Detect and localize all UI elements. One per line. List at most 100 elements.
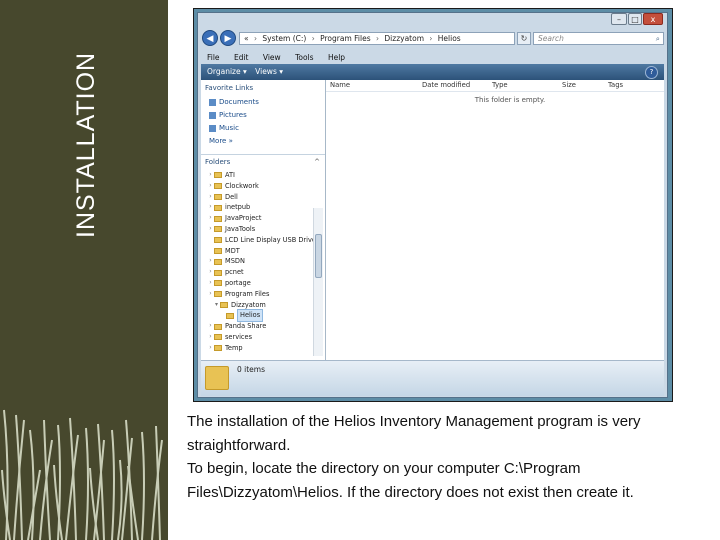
menu-edit[interactable]: Edit <box>234 53 249 62</box>
folder-icon <box>214 237 222 244</box>
views-button[interactable]: Views ▾ <box>255 67 283 76</box>
expand-chevron-icon[interactable]: › <box>207 332 214 343</box>
tree-item-label: Program Files <box>225 289 270 298</box>
close-button[interactable]: x <box>643 13 663 25</box>
tree-item[interactable]: › MSDN <box>201 256 325 267</box>
folder-icon <box>226 312 234 319</box>
expand-chevron-icon[interactable]: › <box>207 213 214 224</box>
search-icon[interactable]: ⌕ <box>656 33 660 45</box>
folder-icon <box>214 247 222 254</box>
address-part-dizzyatom[interactable]: Dizzyatom <box>384 34 424 43</box>
expand-chevron-icon[interactable]: › <box>207 289 214 300</box>
address-row: ◀ ▶ « › System (C:) › Program Files › Di… <box>201 30 664 48</box>
slide-title: INSTALLATION <box>72 51 100 238</box>
tree-item[interactable]: › JavaTools <box>201 224 325 235</box>
expand-chevron-icon[interactable]: ▾ <box>213 300 220 311</box>
folder-icon <box>205 366 229 390</box>
folder-icon <box>214 183 222 190</box>
favorite-music[interactable]: Music <box>201 122 325 135</box>
window-titlebar: – □ x <box>198 13 667 27</box>
column-size[interactable]: Size <box>562 80 576 91</box>
tree-item[interactable]: MDT <box>201 246 325 257</box>
expand-chevron-icon[interactable]: › <box>207 343 214 354</box>
favorite-label: Music <box>219 124 239 132</box>
menu-tools[interactable]: Tools <box>295 53 313 62</box>
folder-icon <box>214 172 222 179</box>
expand-chevron-icon[interactable]: › <box>207 170 214 181</box>
address-bar[interactable]: « › System (C:) › Program Files › Dizzya… <box>239 32 515 45</box>
folder-icon <box>214 193 222 200</box>
expand-chevron-icon[interactable]: › <box>207 278 214 289</box>
tree-scrollbar[interactable] <box>313 208 323 356</box>
minimize-button[interactable]: – <box>611 13 627 25</box>
folder-icon <box>214 334 222 341</box>
tree-item-label: Clockwork <box>225 181 259 190</box>
folder-icon <box>214 215 222 222</box>
folder-icon <box>220 301 228 308</box>
tree-item-label: MDT <box>225 246 240 255</box>
organize-button[interactable]: Organize ▾ <box>207 67 247 76</box>
tree-item-label: MSDN <box>225 257 245 266</box>
folders-header[interactable]: Folders ^ <box>201 154 325 170</box>
folder-icon <box>214 280 222 287</box>
tree-item[interactable]: › pcnet <box>201 267 325 278</box>
tree-item[interactable]: › Panda Share <box>201 321 325 332</box>
body-paragraph-instructions: To begin, locate the directory on your c… <box>187 460 634 501</box>
column-tags[interactable]: Tags <box>608 80 623 91</box>
file-list-pane: Name Date modified Type Size Tags This f… <box>326 80 664 360</box>
expand-chevron-icon[interactable]: › <box>207 256 214 267</box>
tree-item-label: Temp <box>225 343 243 352</box>
tree-item[interactable]: › ATI <box>201 170 325 181</box>
tree-item[interactable]: › portage <box>201 278 325 289</box>
tree-item[interactable]: › Clockwork <box>201 181 325 192</box>
tree-item[interactable]: › inetpub <box>201 202 325 213</box>
explorer-screenshot: – □ x ◀ ▶ « › System (C:) › Program File… <box>193 8 673 402</box>
folders-label: Folders <box>205 158 231 166</box>
forward-button[interactable]: ▶ <box>220 30 236 46</box>
tree-item[interactable]: LCD Line Display USB Driver <box>201 235 325 246</box>
menu-view[interactable]: View <box>263 53 281 62</box>
expand-chevron-icon[interactable]: › <box>207 224 214 235</box>
menu-help[interactable]: Help <box>328 53 345 62</box>
tree-item-label: JavaTools <box>225 224 256 233</box>
tree-item[interactable]: › JavaProject <box>201 213 325 224</box>
tree-item[interactable]: › Program Files <box>201 289 325 300</box>
folder-icon <box>214 226 222 233</box>
details-pane: 0 items <box>201 360 664 396</box>
address-part-drive[interactable]: System (C:) <box>262 34 306 43</box>
tree-item[interactable]: › services <box>201 332 325 343</box>
menu-bar: File Edit View Tools Help <box>201 51 664 64</box>
chevron-up-icon: ^ <box>314 158 320 166</box>
expand-chevron-icon[interactable]: › <box>207 202 214 213</box>
back-button[interactable]: ◀ <box>202 30 218 46</box>
address-part-program-files[interactable]: Program Files <box>320 34 371 43</box>
menu-file[interactable]: File <box>207 53 220 62</box>
column-name[interactable]: Name <box>330 80 350 91</box>
folder-icon <box>214 269 222 276</box>
tree-item[interactable]: › Dell <box>201 192 325 203</box>
favorite-pictures[interactable]: Pictures <box>201 109 325 122</box>
expand-chevron-icon[interactable]: › <box>207 181 214 192</box>
refresh-button[interactable]: ↻ <box>517 32 531 45</box>
address-part-helios[interactable]: Helios <box>438 34 461 43</box>
scrollbar-thumb[interactable] <box>315 234 322 278</box>
tree-item[interactable]: Helios <box>201 309 325 323</box>
folder-icon <box>214 323 222 330</box>
tree-item-label: services <box>225 332 253 341</box>
column-date-modified[interactable]: Date modified <box>422 80 470 91</box>
favorite-documents[interactable]: Documents <box>201 96 325 109</box>
column-type[interactable]: Type <box>492 80 508 91</box>
navigation-pane: Favorite Links Documents Pictures Music … <box>201 80 326 360</box>
expand-chevron-icon[interactable]: › <box>207 321 214 332</box>
favorite-more[interactable]: More » <box>201 135 325 148</box>
command-toolbar: Organize ▾ Views ▾ ? <box>201 64 664 80</box>
expand-chevron-icon[interactable]: › <box>207 267 214 278</box>
maximize-button[interactable]: □ <box>628 13 642 25</box>
tree-item-label: ATI <box>225 171 235 179</box>
search-placeholder: Search <box>538 34 564 43</box>
tree-item[interactable]: › Temp <box>201 343 325 354</box>
music-icon <box>209 125 216 132</box>
expand-chevron-icon[interactable]: › <box>207 192 214 203</box>
search-input[interactable]: Search ⌕ <box>533 32 664 45</box>
help-button[interactable]: ? <box>645 66 658 79</box>
